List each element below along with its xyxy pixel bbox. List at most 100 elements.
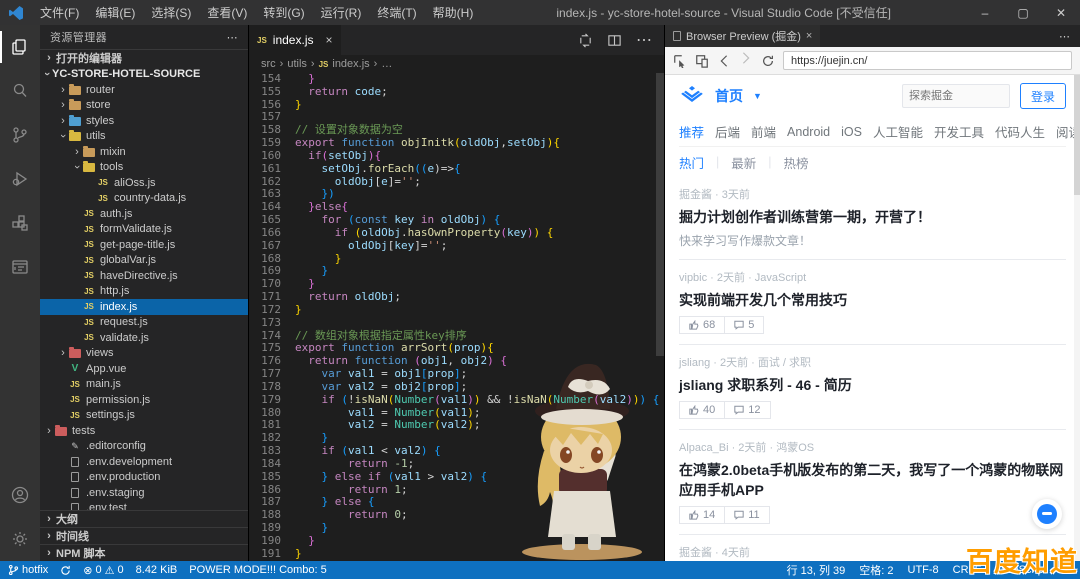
breadcrumb-symbol[interactable]: … (381, 58, 392, 70)
code-line[interactable]: 191} (249, 547, 664, 561)
code-line[interactable]: 190 } (249, 534, 664, 548)
page-scrollbar[interactable] (1074, 75, 1080, 561)
nav-item-人工智能[interactable]: 人工智能 (873, 122, 923, 141)
comment-button[interactable]: 12 (725, 401, 771, 419)
filter-tab-热门[interactable]: 热门 (679, 153, 716, 172)
file-tree-item[interactable]: ›JSsettings.js (40, 408, 248, 424)
breadcrumb-src[interactable]: src (261, 58, 276, 70)
nav-item-前端[interactable]: 前端 (751, 122, 776, 141)
file-tree-item[interactable]: ›JSget-page-title.js (40, 237, 248, 253)
forward-icon[interactable] (739, 51, 753, 65)
file-tree-item[interactable]: ›JSformValidate.js (40, 222, 248, 238)
like-button[interactable]: 40 (679, 401, 726, 419)
file-tree-item[interactable]: ›✎.editorconfig (40, 439, 248, 455)
file-tree-item[interactable]: › tests (40, 423, 248, 439)
menu-item[interactable]: 文件(F) (32, 4, 87, 21)
file-tree-item[interactable]: ›JShttp.js (40, 284, 248, 300)
comment-button[interactable]: 5 (725, 316, 765, 334)
feed-item-title[interactable]: jsliang 求职系列 - 46 - 简历 (679, 375, 1066, 395)
file-tree-item[interactable]: ›JShaveDirective.js (40, 268, 248, 284)
timeline-section[interactable]: › 时间线 (40, 527, 248, 544)
split-editor-icon[interactable] (607, 33, 622, 48)
file-tree-item[interactable]: ›VApp.vue (40, 361, 248, 377)
close-panel-tab-icon[interactable]: × (806, 30, 812, 42)
editor-more-actions-icon[interactable]: ⋯ (636, 30, 652, 50)
menu-item[interactable]: 查看(V) (199, 4, 255, 21)
search-icon[interactable] (0, 69, 40, 113)
close-window-button[interactable]: ✕ (1042, 6, 1080, 20)
file-tree-item[interactable]: ›.env.staging (40, 485, 248, 501)
nav-item-代码人生[interactable]: 代码人生 (995, 122, 1045, 141)
explorer-icon[interactable] (0, 25, 40, 69)
file-tree-item[interactable]: › views (40, 346, 248, 362)
juejin-search-input[interactable] (902, 84, 1010, 108)
workspace-root-folder[interactable]: › YC-STORE-HOTEL-SOURCE (40, 66, 248, 82)
inspect-element-icon[interactable] (673, 54, 687, 68)
menu-item[interactable]: 帮助(H) (425, 4, 482, 21)
open-changes-icon[interactable] (578, 33, 593, 48)
file-tree-item[interactable]: ›JSindex.js (40, 299, 248, 315)
code-line[interactable]: 171 return oldObj; (249, 290, 664, 304)
account-icon[interactable] (0, 473, 40, 517)
code-line[interactable]: 155 return code; (249, 85, 664, 99)
file-tree-item[interactable]: ›JSrequest.js (40, 315, 248, 331)
juejin-logo-icon[interactable] (679, 84, 705, 108)
filter-tab-最新[interactable]: 最新 (719, 153, 768, 172)
feedback-chat-button[interactable] (1032, 499, 1062, 529)
comment-button[interactable]: 11 (725, 506, 770, 524)
code-line[interactable]: 156} (249, 98, 664, 112)
juejin-home-link[interactable]: 首页 (715, 86, 743, 106)
indentation-indicator[interactable]: 空格: 2 (859, 562, 893, 578)
problems-indicator[interactable]: ⊗ 0 ⚠ 0 (83, 564, 123, 577)
extensions-icon[interactable] (0, 201, 40, 245)
menu-item[interactable]: 选择(S) (143, 4, 199, 21)
feed-item-title[interactable]: 实现前端开发几个常用技巧 (679, 290, 1066, 310)
file-tree-item[interactable]: › store (40, 98, 248, 114)
close-tab-icon[interactable]: × (325, 33, 332, 47)
file-tree-item[interactable]: ›JSglobalVar.js (40, 253, 248, 269)
npm-scripts-section[interactable]: › NPM 脚本 (40, 544, 248, 561)
browser-preview-tab[interactable]: Browser Preview (掘金) × (665, 25, 821, 47)
maximize-button[interactable]: ▢ (1004, 6, 1042, 20)
menu-item[interactable]: 编辑(E) (87, 4, 143, 21)
device-toggle-icon[interactable] (695, 54, 709, 68)
login-button[interactable]: 登录 (1020, 83, 1066, 109)
file-tree-item[interactable]: › styles (40, 113, 248, 129)
code-area[interactable]: 154 } 155 return code; 156} 157 158// 设置对象数据… (249, 73, 664, 560)
file-tree-item[interactable]: › tools (40, 160, 248, 176)
editor-scrollbar[interactable] (656, 73, 664, 561)
file-tree-item[interactable]: ›.env.test (40, 501, 248, 510)
run-debug-icon[interactable] (0, 157, 40, 201)
reload-icon[interactable] (761, 54, 775, 68)
nav-item-iOS[interactable]: iOS (841, 125, 862, 139)
cursor-position-indicator[interactable]: 行 13, 列 39 (787, 562, 846, 578)
code-line[interactable]: 172} (249, 303, 664, 317)
file-tree-item[interactable]: ›.env.production (40, 470, 248, 486)
panel-more-actions-icon[interactable]: ⋯ (1059, 30, 1080, 43)
file-tree-item[interactable]: › router (40, 82, 248, 98)
back-icon[interactable] (717, 54, 731, 68)
file-tree-item[interactable]: › mixin (40, 144, 248, 160)
file-tree-item[interactable]: ›JScountry-data.js (40, 191, 248, 207)
nav-item-Android[interactable]: Android (787, 125, 830, 139)
tab-index-js[interactable]: JS index.js × (249, 25, 341, 55)
minimize-button[interactable]: – (966, 6, 1004, 20)
breadcrumb-file[interactable]: index.js (332, 58, 369, 70)
breadcrumb[interactable]: src › utils › JS index.js › … (249, 55, 664, 73)
url-input[interactable] (783, 51, 1072, 70)
file-tree-item[interactable]: ›JSpermission.js (40, 392, 248, 408)
feed-item-title[interactable]: 在鸿蒙2.0beta手机版发布的第二天，我写了一个鸿蒙的物联网应用手机APP (679, 460, 1066, 500)
open-editors-section[interactable]: › 打开的编辑器 (40, 49, 248, 66)
outline-section[interactable]: › 大纲 (40, 510, 248, 527)
file-tree-item[interactable]: ›JSauth.js (40, 206, 248, 222)
menu-item[interactable]: 运行(R) (313, 4, 370, 21)
filter-tab-热榜[interactable]: 热榜 (772, 153, 821, 172)
nav-item-开发工具[interactable]: 开发工具 (934, 122, 984, 141)
source-control-icon[interactable] (0, 113, 40, 157)
nav-item-推荐[interactable]: 推荐 (679, 122, 704, 141)
breadcrumb-utils[interactable]: utils (287, 58, 307, 70)
feed-item-title[interactable]: 掘力计划创作者训练营第一期，开营了！ (679, 207, 1066, 227)
file-tree-item[interactable]: ›JSaliOss.js (40, 175, 248, 191)
git-branch-indicator[interactable]: hotfix (8, 564, 48, 576)
like-button[interactable]: 68 (679, 316, 726, 334)
